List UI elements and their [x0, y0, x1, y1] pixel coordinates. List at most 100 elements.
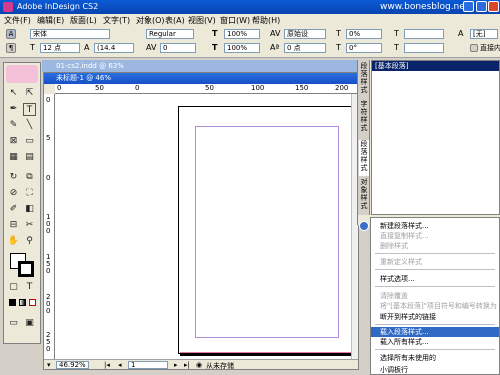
leading-field[interactable]: (14.4 — [94, 43, 134, 53]
ruler-tick-label: 50 — [95, 84, 104, 92]
horizontal-scale-field[interactable]: 100% — [224, 43, 260, 53]
vertical-ruler[interactable]: 0 5 0 1 0 0 1 5 0 2 0 0 2 5 0 — [44, 94, 55, 359]
char-style-field[interactable]: [无] — [470, 29, 498, 39]
table-tool-icon[interactable]: ▤ — [23, 151, 36, 164]
kerning-method-icon: AV — [270, 29, 281, 38]
tab-object-styles[interactable]: 对象样式 — [359, 178, 369, 214]
watermark-text: www.bonesblog.net — [380, 2, 469, 12]
page-number-field[interactable]: 1 — [128, 361, 168, 369]
menu-item-load-paragraph-styles[interactable]: 载入段落样式... — [371, 327, 499, 337]
rotate-tool-icon[interactable]: ↻ — [7, 171, 20, 184]
style-item-basic-paragraph[interactable]: [基本段落] — [372, 61, 499, 71]
adobe-logo-icon — [6, 65, 38, 83]
direct-selection-tool-icon[interactable]: ⇱ — [23, 87, 36, 100]
menu-item-new-style[interactable]: 新建段落样式... — [371, 221, 499, 231]
scissors-tool-icon[interactable]: ✂ — [23, 219, 36, 232]
minimize-button[interactable] — [463, 1, 474, 12]
menu-separator — [375, 253, 495, 254]
menu-item-redefine-style[interactable]: 重新定义样式 — [371, 257, 499, 267]
color-icon[interactable] — [9, 299, 16, 306]
scale-tool-icon[interactable]: ⧉ — [23, 171, 36, 184]
preview-view-icon[interactable]: ▣ — [23, 317, 36, 330]
menu-bar: 文件(F) 编辑(E) 版面(L) 文字(T) 对象(O) 表(A) 视图(V)… — [0, 14, 500, 26]
character-mode-icon[interactable]: A — [6, 29, 16, 39]
selection-tool-icon[interactable]: ↖ — [7, 87, 20, 100]
char-style-icon: A — [458, 29, 464, 38]
menu-separator — [375, 269, 495, 270]
close-button[interactable] — [488, 1, 499, 12]
menu-item-small-panel-rows[interactable]: 小调板行 — [371, 365, 499, 375]
direct-insert-checkbox[interactable] — [470, 44, 478, 52]
menu-item-break-link[interactable]: 断开到样式的链接 — [371, 312, 499, 322]
menu-item-duplicate-style[interactable]: 直接复制样式... — [371, 231, 499, 241]
tab-character-styles[interactable]: 字符样式 — [359, 100, 369, 140]
baseline-shift-field[interactable]: 0 点 — [284, 43, 326, 53]
menu-view[interactable]: 视图(V) — [188, 15, 216, 26]
document-page[interactable] — [178, 106, 351, 354]
kerning-method-field[interactable]: 原始设 — [284, 29, 326, 39]
previous-page-icon[interactable]: ◂ — [118, 361, 122, 369]
font-family-field[interactable]: 宋体 — [30, 29, 110, 39]
style-list[interactable]: [基本段落] — [371, 60, 500, 215]
hand-tool-icon[interactable]: ✋ — [7, 235, 20, 248]
shear-tool-icon[interactable]: ⊘ — [7, 187, 20, 200]
document-title[interactable]: 未标题-1 @ 46% — [44, 73, 358, 84]
type-tool-icon[interactable]: T — [23, 103, 36, 116]
container-format-icon[interactable]: ▢ — [7, 281, 20, 294]
menu-file[interactable]: 文件(F) — [4, 15, 31, 26]
text-format-icon[interactable]: T — [23, 281, 36, 294]
menu-item-load-all-styles[interactable]: 载入所有样式... — [371, 337, 499, 347]
button-panel-icon[interactable]: ⊟ — [7, 219, 20, 232]
stroke-field[interactable] — [404, 43, 444, 53]
leading-icon: A — [84, 43, 90, 52]
zoom-field[interactable]: 46.92% — [56, 361, 89, 369]
panel-menu-arrow-icon[interactable] — [359, 221, 369, 231]
font-size-field[interactable]: 12 点 — [40, 43, 80, 53]
eyedropper-tool-icon[interactable]: ✐ — [7, 203, 20, 216]
zoom-tool-icon[interactable]: ⚲ — [23, 235, 36, 248]
ruler-tick-label: 0 — [46, 174, 51, 182]
kerning-value-field[interactable]: 0 — [160, 43, 196, 53]
menu-item-convert-bullets[interactable]: 将"[基本段落]"项目符号和编号转换为 — [371, 301, 499, 311]
pen-tool-icon[interactable]: ✒ — [7, 103, 20, 116]
button-tool-icon[interactable]: ▦ — [7, 151, 20, 164]
menu-window[interactable]: 窗口(W) — [220, 15, 250, 26]
skew-field[interactable]: 0% — [346, 29, 382, 39]
tab-paragraph-styles-active[interactable]: 段落样式 — [359, 140, 369, 176]
font-style-field[interactable]: Regular — [146, 29, 194, 39]
normal-view-icon[interactable]: ▭ — [7, 317, 20, 330]
rectangle-tool-icon[interactable]: ▭ — [23, 135, 36, 148]
menu-edit[interactable]: 编辑(E) — [37, 15, 64, 26]
maximize-button[interactable] — [476, 1, 487, 12]
last-page-icon[interactable]: ▸| — [184, 361, 190, 369]
menu-layout[interactable]: 版面(L) — [70, 15, 97, 26]
tab-paragraph-styles[interactable]: 段落样式 — [359, 62, 369, 102]
menu-separator — [375, 349, 495, 350]
menu-type[interactable]: 文字(T) — [103, 15, 130, 26]
skew-angle-field[interactable]: 0° — [346, 43, 382, 53]
menu-table[interactable]: 表(A) — [165, 15, 185, 26]
free-transform-tool-icon[interactable]: ⛶ — [23, 187, 36, 200]
none-icon[interactable] — [29, 299, 36, 306]
menu-item-style-options[interactable]: 样式选项... — [371, 274, 499, 284]
pasteboard[interactable] — [55, 94, 351, 359]
vertical-scale-field[interactable]: 100% — [224, 29, 260, 39]
menu-help[interactable]: 帮助(H) — [252, 15, 280, 26]
horizontal-ruler[interactable]: 0 50 0 50 100 150 200 — [55, 84, 358, 94]
language-field[interactable] — [404, 29, 444, 39]
menu-item-delete-style[interactable]: 删除样式 — [371, 241, 499, 251]
background-document-tab[interactable]: 01-cs2.indd @ 63% — [42, 60, 360, 72]
vertical-scale-icon: T — [212, 29, 218, 38]
gradient-icon[interactable] — [19, 299, 26, 306]
paragraph-mode-icon[interactable]: ¶ — [6, 43, 16, 53]
line-tool-icon[interactable]: ╲ — [23, 119, 36, 132]
menu-item-select-unused[interactable]: 选择所有未使用的 — [371, 353, 499, 363]
stroke-swatch[interactable] — [18, 261, 34, 277]
first-page-icon[interactable]: |◂ — [104, 361, 110, 369]
rectangle-frame-tool-icon[interactable]: ⊠ — [7, 135, 20, 148]
gradient-tool-icon[interactable]: ◧ — [23, 203, 36, 216]
pencil-tool-icon[interactable]: ✎ — [7, 119, 20, 132]
menu-item-clear-overrides[interactable]: 清除覆盖 — [371, 291, 499, 301]
menu-object[interactable]: 对象(O) — [136, 15, 165, 26]
next-page-icon[interactable]: ▸ — [174, 361, 178, 369]
